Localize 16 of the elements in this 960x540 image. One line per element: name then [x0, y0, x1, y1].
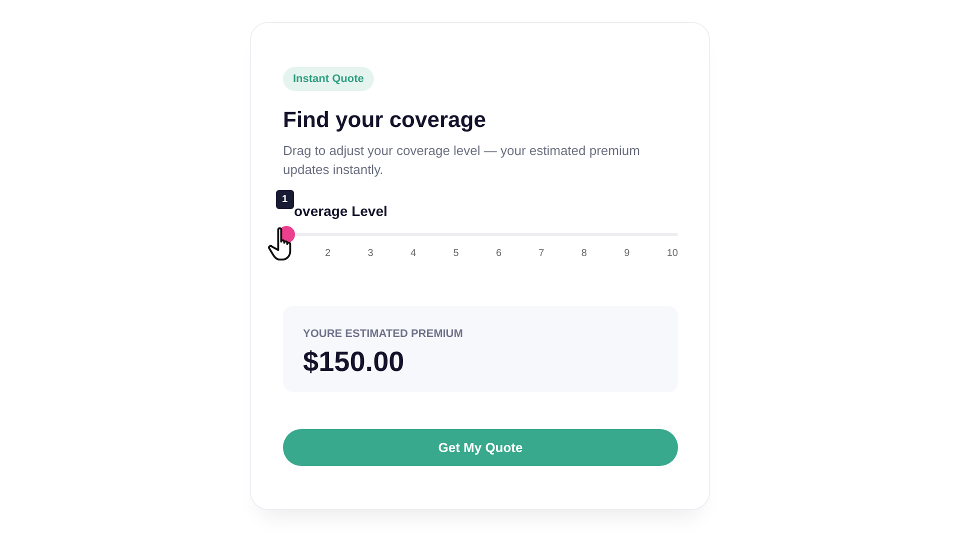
tick-label: 5: [453, 248, 459, 259]
slider-label: overage Level: [293, 203, 388, 219]
card-title: Find your coverage: [283, 107, 486, 133]
tick-label: 7: [538, 248, 544, 259]
instant-quote-badge: Instant Quote: [283, 67, 374, 91]
card-description: Drag to adjust your coverage level — your estimated premium updates instantly.: [283, 142, 641, 179]
tick-label: 4: [410, 248, 416, 259]
value-tooltip: 1: [276, 190, 294, 209]
tick-label: 6: [496, 248, 502, 259]
tick-label: 3: [368, 248, 374, 259]
tick-label: 10: [666, 248, 678, 259]
premium-label: YOURE ESTIMATED PREMIUM: [303, 328, 463, 340]
tick-label: 9: [624, 248, 630, 259]
tick-label: 2: [325, 248, 331, 259]
premium-amount: $150.00: [303, 346, 404, 378]
tick-label: 8: [581, 248, 587, 259]
